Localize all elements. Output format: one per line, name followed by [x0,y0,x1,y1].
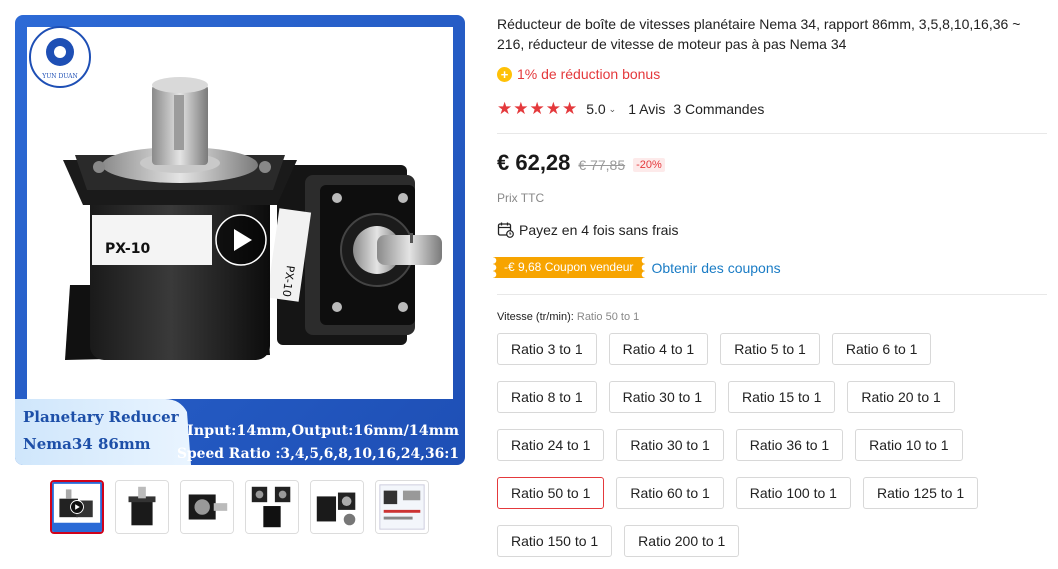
seller-coupon-badge: -€ 9,68 Coupon vendeur [492,257,646,278]
variant-option-button[interactable]: Ratio 50 to 1 [497,477,605,509]
variant-option-button[interactable]: Ratio 150 to 1 [497,525,613,557]
price-row: € 62,28 € 77,85 -20% [497,150,665,176]
orders-count: 3 Commandes [673,101,765,117]
banner-title-line1: Planetary Reducer [23,408,180,426]
divider [497,294,1047,295]
thumbnail-5[interactable] [310,480,364,534]
variant-option-button[interactable]: Ratio 5 to 1 [720,333,820,365]
variant-option-button[interactable]: Ratio 20 to 1 [847,381,955,413]
tax-note: Prix TTC [497,191,545,205]
variant-option-button[interactable]: Ratio 10 to 1 [855,429,963,461]
variant-option-button[interactable]: Ratio 36 to 1 [735,429,844,461]
variant-option-button[interactable]: Ratio 100 to 1 [735,477,851,509]
thumbnail-strip [50,480,429,534]
reviews-link[interactable]: 1 Avis [628,101,665,117]
thumbnail-1[interactable] [50,480,104,534]
thumbnail-4[interactable] [245,480,299,534]
main-product-image[interactable]: PX-10 PX-10 YUN DUAN Planetary Reducer N… [15,15,465,465]
bonus-discount: + 1% de réduction bonus [497,66,660,82]
thumbnail-2[interactable] [115,480,169,534]
coupon-row: -€ 9,68 Coupon vendeur Obtenir des coupo… [492,257,781,278]
variant-option-button[interactable]: Ratio 125 to 1 [862,477,979,509]
current-price: € 62,28 [497,150,571,175]
product-title: Réducteur de boîte de vitesses planétair… [497,16,1021,52]
variant-row: Ratio 24 to 1 Ratio 30 to 1 Ratio 36 to 1 R… [497,429,1057,461]
chevron-down-icon[interactable]: ⌄ [609,104,617,115]
banner-spec-line1: Input:14mm,Output:16mm/14mm [187,423,459,439]
variant-option-button[interactable]: Ratio 24 to 1 [497,429,605,461]
variant-option-button[interactable]: Ratio 30 to 1 [608,381,716,413]
get-coupons-link[interactable]: Obtenir des coupons [651,260,780,276]
variant-selected-value: Ratio 50 to 1 [576,311,640,323]
banner-spec-line2: Speed Ratio :3,4,5,6,8,10,16,24,36:1 [177,446,459,462]
original-price: € 77,85 [578,157,626,173]
variant-option-button[interactable]: Ratio 15 to 1 [728,381,836,413]
variant-row: Ratio 8 to 1 Ratio 30 to 1 Ratio 15 to 1 Ra… [497,381,1057,413]
variant-row: Ratio 150 to 1 Ratio 200 to 1 [497,525,1057,557]
star-rating-icon: ★★★★★ [497,99,579,118]
variant-option-button[interactable]: Ratio 4 to 1 [608,333,709,365]
front-label-text: PX-10 [105,241,150,257]
variant-label-name: Vitesse (tr/min): [497,311,577,323]
variant-row: Ratio 50 to 1 Ratio 60 to 1 Ratio 100 to 1… [497,477,1057,509]
variant-option-button[interactable]: Ratio 3 to 1 [497,333,597,365]
installments-row[interactable]: Payez en 4 fois sans frais [497,221,679,238]
thumbnail-3[interactable] [180,480,234,534]
variant-options: Ratio 3 to 1 Ratio 4 to 1 Ratio 5 to 1 Rati… [497,333,1057,569]
variant-option-button[interactable]: Ratio 60 to 1 [616,477,724,509]
variant-option-button[interactable]: Ratio 8 to 1 [497,381,597,413]
play-video-icon[interactable] [215,214,267,266]
divider [497,133,1047,134]
calendar-icon [497,222,514,238]
logo-text: YUN DUAN [41,73,77,80]
variant-option-button[interactable]: Ratio 30 to 1 [616,429,724,461]
bonus-text: 1% de réduction bonus [517,66,661,82]
banner-title-line2: Nema34 86mm [23,435,151,453]
rating-row: ★★★★★ 5.0 ⌄ 1 Avis 3 Commandes [497,99,764,119]
variant-option-button[interactable]: Ratio 6 to 1 [831,333,932,365]
variant-row: Ratio 3 to 1 Ratio 4 to 1 Ratio 5 to 1 Rati… [497,333,1057,365]
discount-badge: -20% [633,158,665,172]
installments-text: Payez en 4 fois sans frais [519,221,679,238]
plus-icon: + [497,66,512,82]
thumbnail-6[interactable] [375,480,429,534]
variant-label: Vitesse (tr/min): Ratio 50 to 1 [497,311,639,323]
variant-option-button[interactable]: Ratio 200 to 1 [624,525,740,557]
rating-value[interactable]: 5.0 [586,101,605,117]
